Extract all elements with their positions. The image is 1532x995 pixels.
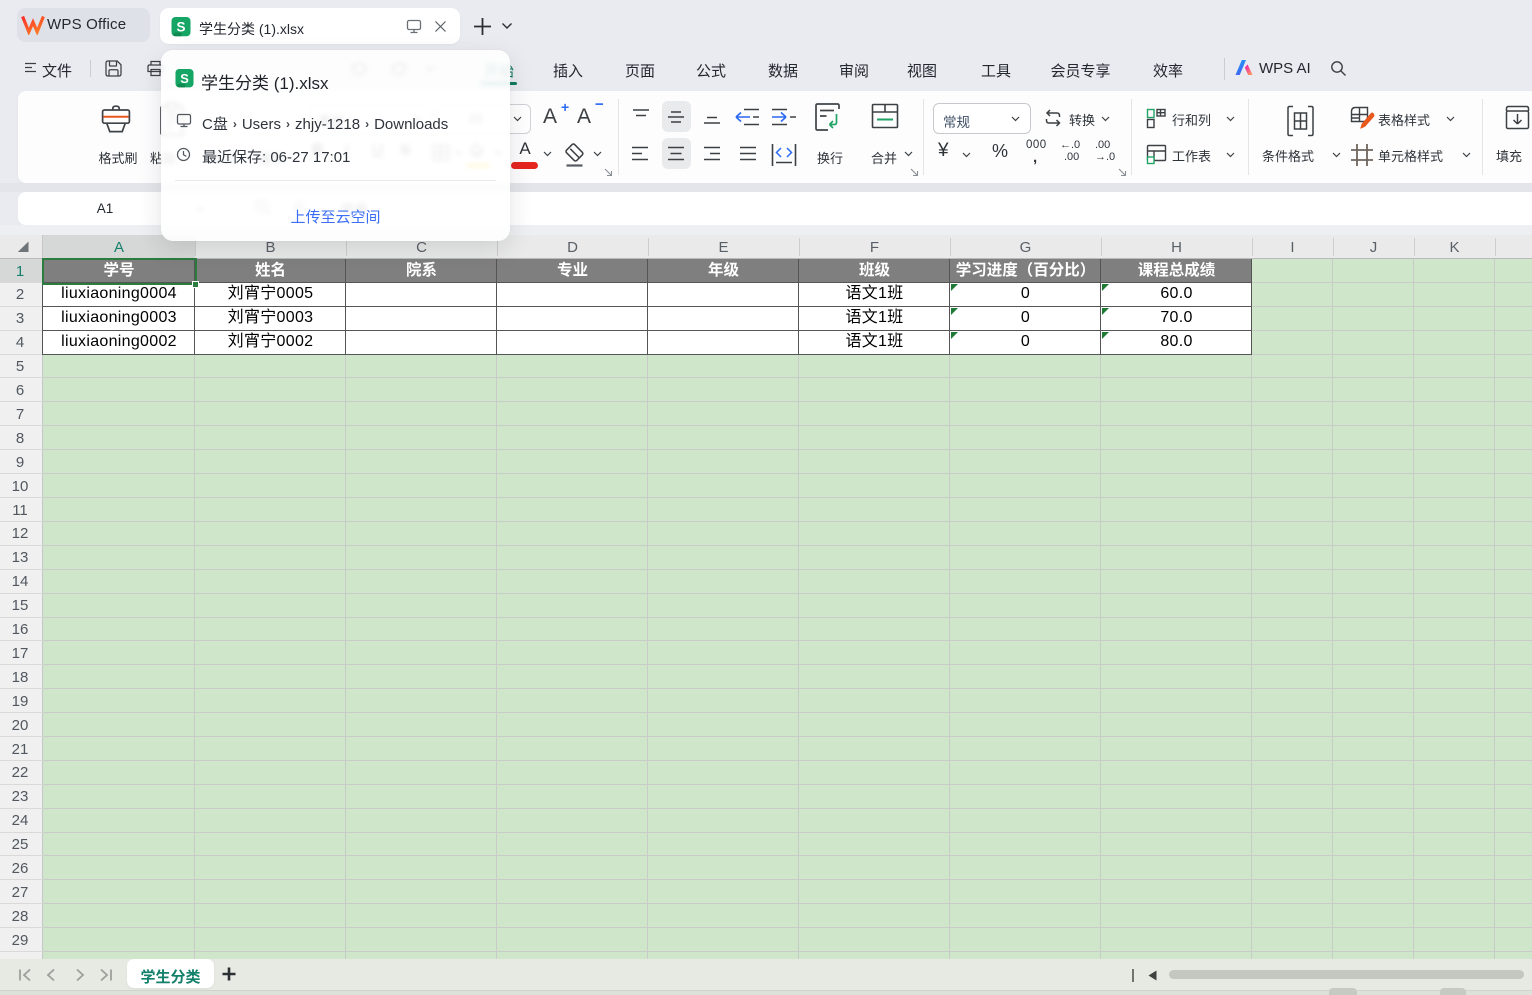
svg-text:S: S <box>180 71 189 86</box>
svg-text:S: S <box>176 20 185 35</box>
